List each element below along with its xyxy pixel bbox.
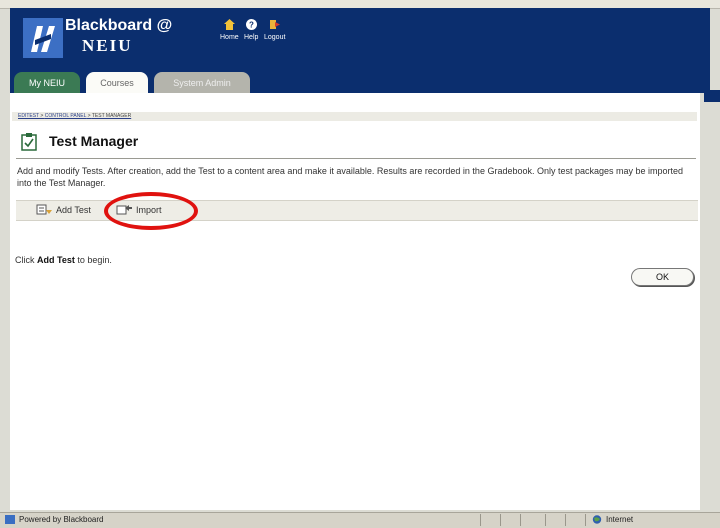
- logout-label: Logout: [264, 34, 286, 41]
- instruction-text: Click Add Test to begin.: [15, 255, 112, 265]
- add-test-label: Add Test: [56, 204, 91, 215]
- logout-link[interactable]: Logout: [264, 19, 285, 41]
- status-pane: [545, 514, 546, 526]
- home-label: Home: [220, 34, 239, 41]
- page-icon: [5, 515, 15, 524]
- page-title: Test Manager: [49, 133, 139, 149]
- hint-prefix: Click: [15, 255, 37, 265]
- status-pane: [480, 514, 481, 526]
- add-test-button[interactable]: Add Test: [36, 204, 91, 215]
- breadcrumb-editest[interactable]: EDITEST: [18, 113, 39, 119]
- clipboard-check-icon: [21, 133, 37, 151]
- add-test-icon: [36, 204, 52, 215]
- hint-suffix: to begin.: [74, 255, 112, 265]
- home-link[interactable]: Home: [220, 19, 239, 41]
- ok-button[interactable]: OK: [631, 268, 694, 286]
- page-description: Add and modify Tests. After creation, ad…: [17, 166, 684, 188]
- header-edge: [704, 90, 720, 102]
- import-icon: [116, 205, 132, 215]
- status-pane: [500, 514, 501, 526]
- help-link[interactable]: ? Help: [244, 19, 258, 41]
- zone-label: Internet: [606, 515, 634, 524]
- brand-name: Blackboard @: [65, 17, 173, 34]
- status-message: Powered by Blackboard: [5, 515, 104, 524]
- svg-text:?: ?: [249, 21, 254, 30]
- status-label: Powered by Blackboard: [19, 515, 104, 524]
- status-pane: [585, 514, 586, 526]
- blackboard-logo-icon: [23, 18, 63, 58]
- status-pane: [520, 514, 521, 526]
- header-banner: Blackboard @ NEIU Home ? Help Logout: [10, 8, 710, 70]
- breadcrumb: EDITEST > CONTROL PANEL > TEST MANAGER: [18, 113, 131, 119]
- brand-institution: NEIU: [82, 36, 133, 55]
- breadcrumb-test-manager: TEST MANAGER: [91, 113, 132, 119]
- tab-system-admin[interactable]: System Admin: [154, 72, 250, 93]
- tab-courses[interactable]: Courses: [86, 72, 148, 93]
- title-divider: [16, 158, 696, 159]
- import-label: Import: [136, 204, 162, 215]
- breadcrumb-control-panel[interactable]: CONTROL PANEL: [45, 113, 87, 119]
- status-pane: [565, 514, 566, 526]
- help-icon: ?: [245, 19, 257, 30]
- home-icon: [223, 19, 235, 30]
- globe-icon: [592, 515, 602, 524]
- content-area: [10, 93, 700, 510]
- tab-my-neiu[interactable]: My NEIU: [14, 72, 80, 93]
- hint-bold: Add Test: [37, 255, 75, 265]
- logout-icon: [270, 20, 281, 29]
- security-zone: Internet: [592, 515, 633, 524]
- import-button[interactable]: Import: [116, 204, 162, 215]
- help-label: Help: [244, 34, 259, 41]
